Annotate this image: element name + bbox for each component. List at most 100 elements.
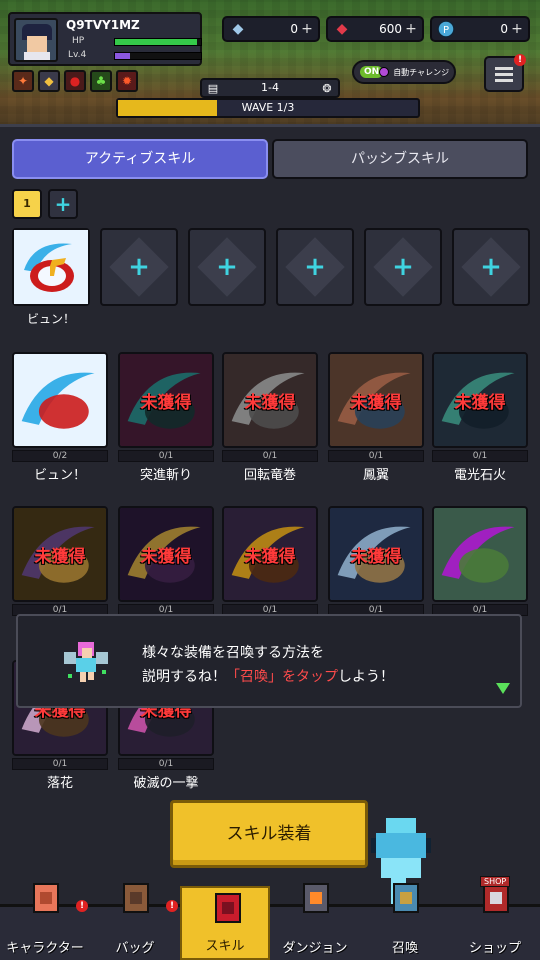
skill-count: 0/1: [118, 758, 214, 770]
toggle-knob: [379, 67, 390, 77]
menu-badge: !: [514, 54, 526, 66]
wave-label: WAVE 1/3: [241, 101, 295, 114]
skill-card[interactable]: 未獲得: [328, 506, 424, 602]
auto-challenge-toggle[interactable]: ON 自動チャレンジ: [352, 60, 456, 84]
buff-blood-icon[interactable]: ●: [64, 70, 86, 92]
tab-active-skill[interactable]: アクティブスキル: [12, 139, 268, 179]
nav-skill[interactable]: スキル: [180, 886, 270, 960]
coin-value: 0: [500, 22, 508, 36]
skill-card[interactable]: 未獲得: [118, 506, 214, 602]
list-icon[interactable]: ▤: [206, 81, 220, 95]
add-skill-icon: +: [304, 252, 326, 282]
character-icon: [33, 883, 59, 913]
coin-icon: P: [436, 19, 456, 39]
nav-label: ダンジョン: [282, 941, 348, 956]
add-skill-icon: +: [216, 252, 238, 282]
locked-label: 未獲得: [350, 547, 402, 567]
add-ruby-button[interactable]: +: [404, 21, 418, 37]
skill-card[interactable]: [12, 352, 108, 448]
skill-card[interactable]: 未獲得: [118, 352, 214, 448]
skill-card[interactable]: 未獲得: [12, 506, 108, 602]
tutorial-text-line1: 様々な装備を召喚する方法を: [142, 645, 324, 661]
ruby-icon: ◆: [336, 21, 348, 37]
nav-label: キャラクター: [6, 941, 84, 956]
currency-ruby[interactable]: ◆ 600 +: [326, 16, 424, 42]
skill-name: ビュン！: [33, 468, 86, 483]
add-diamond-button[interactable]: +: [300, 21, 314, 37]
nav-label: スキル: [205, 939, 245, 954]
locked-label: 未獲得: [34, 547, 86, 567]
equipped-slot-filled[interactable]: [12, 228, 90, 306]
buff-heal-icon[interactable]: ♣: [90, 70, 112, 92]
buff-list: ✦ ◆ ● ♣ ✹: [12, 70, 138, 92]
nav-shop[interactable]: ショップ SHOP: [450, 876, 540, 960]
preset-1-button[interactable]: 1: [12, 189, 42, 219]
skill-count: 0/2: [12, 450, 108, 462]
menu-button[interactable]: !: [484, 54, 526, 92]
bag-icon: [123, 883, 149, 913]
nav-summon[interactable]: 召喚: [360, 883, 450, 960]
player-card[interactable]: Q9TVY1MZ HP Lv.4: [8, 12, 202, 66]
wave-progress: WAVE 1/3: [116, 98, 420, 118]
skill-art-icon: [434, 508, 526, 600]
skill-count: 0/1: [222, 450, 318, 462]
equipped-slot-empty[interactable]: +: [364, 228, 442, 306]
equipped-slot-empty[interactable]: +: [188, 228, 266, 306]
nav-label: バッグ: [115, 941, 155, 956]
boss-icon[interactable]: ❂: [320, 81, 334, 95]
skill-count: 0/1: [118, 450, 214, 462]
skill-name: 電光石火: [453, 468, 506, 483]
nav-bag[interactable]: バッグ!: [90, 883, 180, 960]
skill-name: 鳳翼: [362, 468, 389, 483]
equipped-slot-empty[interactable]: +: [276, 228, 354, 306]
add-skill-icon: +: [480, 252, 502, 282]
skill-count: 0/1: [12, 758, 108, 770]
equip-skill-button[interactable]: スキル装着: [170, 800, 368, 868]
skill-card[interactable]: [432, 506, 528, 602]
locked-label: 未獲得: [244, 393, 296, 413]
currency-coin[interactable]: P 0 +: [430, 16, 530, 42]
equipped-slot-empty[interactable]: +: [452, 228, 530, 306]
nav-dungeon[interactable]: ダンジョン: [270, 883, 360, 960]
skill-card[interactable]: 未獲得: [328, 352, 424, 448]
buff-fire-icon[interactable]: ✹: [116, 70, 138, 92]
nav-badge: !: [76, 900, 88, 912]
diamond-icon: ◆: [232, 21, 244, 37]
skill-card[interactable]: 未獲得: [222, 352, 318, 448]
wave-progress-fill: [118, 100, 217, 116]
add-coin-button[interactable]: +: [510, 21, 524, 37]
equipped-slot-empty[interactable]: +: [100, 228, 178, 306]
fairy-guide-icon: [64, 642, 108, 682]
skill-card[interactable]: 未獲得: [432, 352, 528, 448]
exp-bar: [114, 52, 202, 60]
avatar: [14, 18, 58, 62]
equipped-slot-label: ビュン！: [26, 312, 75, 326]
buff-shield-icon[interactable]: ◆: [38, 70, 60, 92]
locked-label: 未獲得: [140, 393, 192, 413]
level-label: Lv.4: [68, 50, 87, 60]
currency-diamond[interactable]: ◆ 0 +: [222, 16, 320, 42]
skill-art-icon: [14, 354, 106, 446]
add-preset-button[interactable]: +: [48, 189, 78, 219]
skill-count: 0/1: [432, 450, 528, 462]
skill-name: 破滅の一撃: [133, 776, 199, 791]
add-skill-icon: +: [128, 252, 150, 282]
buff-rage-icon[interactable]: ✦: [12, 70, 34, 92]
skill-card[interactable]: 未獲得: [222, 506, 318, 602]
locked-label: 未獲得: [350, 393, 402, 413]
skill-name: 落花: [46, 776, 73, 791]
nav-character[interactable]: キャラクター!: [0, 883, 90, 960]
hp-bar: [114, 38, 202, 46]
tutorial-dialog[interactable]: 様々な装備を召喚する方法を 説明するね！「召喚」をタップしよう！: [16, 614, 522, 708]
tutorial-text-line2: 説明するね！「召喚」をタップしよう！: [142, 669, 394, 685]
next-arrow-icon[interactable]: [496, 683, 510, 694]
nav-label: 召喚: [391, 941, 418, 956]
locked-label: 未獲得: [454, 393, 506, 413]
svg-text:P: P: [443, 25, 449, 36]
auto-challenge-label: 自動チャレンジ: [393, 67, 450, 77]
tab-passive-skill[interactable]: パッシブスキル: [272, 139, 528, 179]
ruby-value: 600: [379, 22, 402, 36]
diamond-value: 0: [290, 22, 298, 36]
nav-badge: !: [166, 900, 178, 912]
locked-label: 未獲得: [244, 547, 296, 567]
